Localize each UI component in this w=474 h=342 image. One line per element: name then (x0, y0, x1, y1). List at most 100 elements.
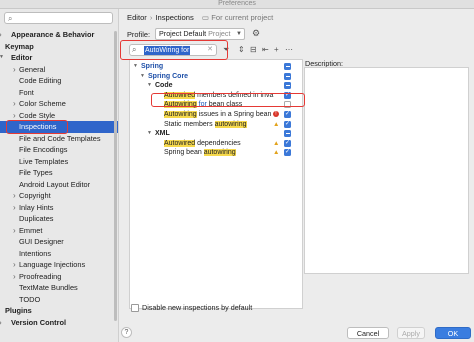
chevron-right-icon[interactable]: › (0, 29, 2, 41)
inspection-row[interactable]: Spring bean autowiring ▲ ✓ (130, 148, 302, 158)
chevron-down-icon[interactable]: ▼ (147, 129, 152, 139)
chevron-right-icon[interactable]: › (13, 190, 16, 202)
sidebar-item-label: Live Templates (19, 156, 69, 166)
sidebar-item-label: General (19, 64, 46, 74)
sidebar-item[interactable]: › Version Control (0, 317, 118, 329)
chevron-right-icon[interactable]: › (13, 259, 16, 271)
inspection-row[interactable]: Static members autowiring ▲ ✓ (130, 120, 302, 130)
sidebar-item[interactable]: › Appearance & Behavior (0, 29, 118, 41)
breadcrumb-editor[interactable]: Editor (127, 13, 147, 22)
inspection-group-label: Spring Core (148, 72, 189, 80)
sidebar-item-label: Version Control (11, 317, 67, 327)
chevron-down-icon: ▼ (236, 31, 242, 37)
settings-sidebar: ⌕ ›Appearance & BehaviorKeymap▼Editor›Ge… (0, 9, 119, 342)
inspection-checkbox[interactable] (284, 130, 291, 138)
scope-hint-text: For current project (211, 13, 274, 22)
chevron-right-icon[interactable]: › (13, 64, 16, 76)
sidebar-item[interactable]: File Types (0, 167, 118, 179)
sidebar-scrollbar[interactable] (114, 31, 117, 321)
sidebar-item[interactable]: ▼ Editor (0, 52, 118, 64)
sidebar-item[interactable]: Keymap (0, 41, 118, 53)
inspection-row[interactable]: Autowiring issues in a Spring bean! ✓ (130, 110, 302, 120)
scope-hint: ▭ For current project (202, 13, 273, 22)
disable-new-inspections-checkbox[interactable] (131, 304, 139, 312)
inspection-checkbox[interactable] (284, 72, 291, 80)
more-icon[interactable]: ⋯ (285, 45, 293, 54)
help-button[interactable]: ? (121, 327, 132, 338)
inspection-label-part: Autowired (164, 139, 196, 147)
inspection-checkbox[interactable]: ✓ (284, 139, 291, 147)
inspection-label-part: issues in a Spring bean (196, 111, 272, 118)
inspection-row[interactable]: ▼ Code (130, 81, 302, 91)
annotation-box-result (151, 93, 305, 107)
chevron-right-icon[interactable]: › (0, 317, 2, 329)
sidebar-item[interactable]: › Proofreading (0, 271, 118, 283)
chevron-right-icon[interactable]: › (13, 202, 16, 214)
collapse-all-icon[interactable]: ⊟ (250, 45, 257, 54)
sidebar-item-label: TextMate Bundles (19, 283, 78, 292)
sidebar-item[interactable]: Font (0, 87, 118, 99)
inspection-checkbox[interactable] (284, 82, 291, 90)
sidebar-item-label: File Types (19, 168, 53, 177)
inspection-label-part: Autowiring (164, 111, 197, 118)
settings-tree: ›Appearance & BehaviorKeymap▼Editor›Gene… (0, 29, 118, 328)
inspection-row[interactable]: ▼ Spring Core (130, 72, 302, 82)
sidebar-item[interactable]: Intentions (0, 248, 118, 260)
chevron-right-icon[interactable]: › (13, 98, 16, 110)
sidebar-item-label: Copyright (19, 191, 51, 200)
ok-button[interactable]: OK (435, 327, 471, 339)
chevron-down-icon[interactable]: ▼ (147, 81, 152, 91)
inspection-checkbox[interactable]: ✓ (284, 149, 291, 157)
chevron-down-icon[interactable]: ▼ (140, 72, 145, 82)
chevron-right-icon[interactable]: › (13, 225, 16, 237)
breadcrumb: Editor › Inspections ▭ For current project (127, 12, 273, 24)
apply-button[interactable]: Apply (397, 327, 425, 339)
inspection-checkbox[interactable]: ✓ (284, 111, 291, 118)
sidebar-item[interactable]: › Color Scheme (0, 98, 118, 110)
sidebar-item[interactable]: › Inlay Hints (0, 202, 118, 214)
inspection-label-part: Spring bean (164, 149, 204, 157)
inspection-label: Autowiring issues in a Spring bean (164, 110, 271, 120)
sidebar-item[interactable]: › Copyright (0, 190, 118, 202)
chevron-down-icon[interactable]: ▼ (133, 62, 138, 72)
inspection-row[interactable]: Autowired dependencies ▲ ✓ (130, 139, 302, 149)
sidebar-item[interactable]: › Emmet (0, 225, 118, 237)
sidebar-item[interactable]: Duplicates (0, 213, 118, 225)
sidebar-item[interactable]: TextMate Bundles (0, 282, 118, 294)
warning-severity-icon: ▲ (273, 120, 280, 128)
sidebar-item[interactable]: › General (0, 64, 118, 76)
sidebar-item[interactable]: › Language Injections (0, 259, 118, 271)
profile-select[interactable]: Project Default Project ▼ (155, 28, 245, 40)
sidebar-item[interactable]: Live Templates (0, 156, 118, 168)
sidebar-item[interactable]: Plugins (0, 305, 118, 317)
disable-new-inspections-label: Disable new inspections by default (142, 303, 253, 312)
cancel-button[interactable]: Cancel (347, 327, 389, 339)
reset-icon[interactable]: ⇤ (262, 45, 269, 54)
sidebar-item-label: Language Injections (19, 260, 86, 269)
sidebar-item[interactable]: Android Layout Editor (0, 179, 118, 191)
sidebar-item[interactable]: Code Editing (0, 75, 118, 87)
inspection-row[interactable]: ▼ XML (130, 129, 302, 139)
chevron-down-icon[interactable]: ▼ (0, 52, 4, 64)
gear-icon[interactable]: ⚙ (252, 28, 260, 39)
sidebar-item-label: Font (19, 87, 34, 97)
warning-severity-icon: ▲ (273, 149, 280, 157)
inspection-label-part: Static members (164, 120, 215, 128)
expand-all-icon[interactable]: ⇕ (238, 45, 245, 54)
sidebar-item-label: Emmet (19, 225, 43, 235)
inspection-row[interactable]: ▼ Spring (130, 62, 302, 72)
profile-value: Project Default (159, 29, 207, 38)
sidebar-item[interactable]: File Encodings (0, 144, 118, 156)
inspection-group-label: Code (155, 82, 173, 90)
inspection-checkbox[interactable] (284, 63, 291, 70)
inspection-checkbox[interactable]: ✓ (284, 120, 291, 128)
chevron-right-icon[interactable]: › (13, 271, 16, 283)
sidebar-item-label: TODO (19, 294, 41, 304)
sidebar-item[interactable]: GUI Designer (0, 236, 118, 248)
add-icon[interactable]: + (274, 45, 279, 54)
settings-search-input[interactable]: ⌕ (4, 12, 113, 24)
sidebar-item[interactable]: File and Code Templates (0, 133, 118, 145)
sidebar-item-label: Plugins (5, 306, 32, 315)
sidebar-item[interactable]: TODO (0, 294, 118, 306)
sidebar-item-label: File Encodings (19, 145, 68, 154)
